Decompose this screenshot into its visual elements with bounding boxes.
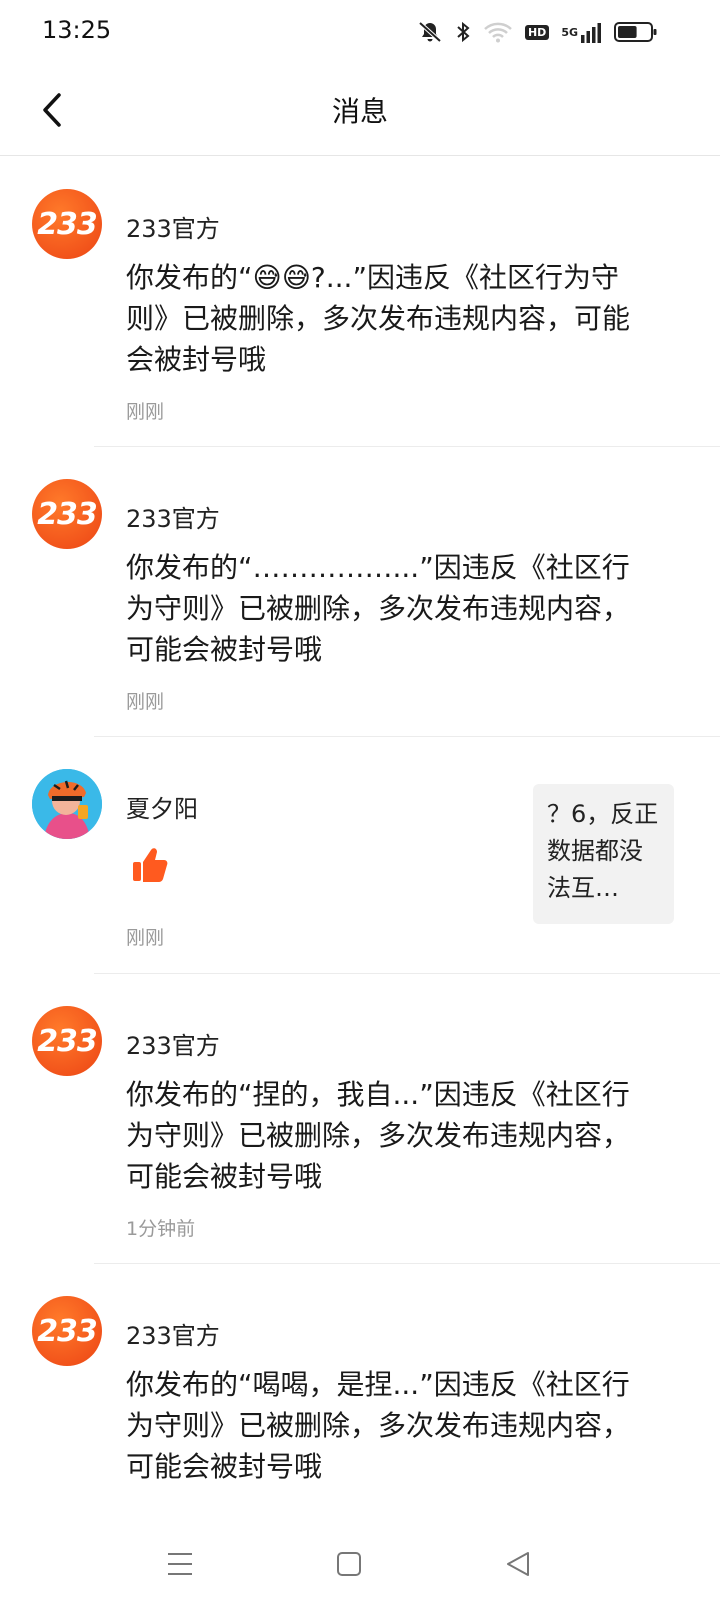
battery-icon	[614, 21, 658, 43]
status-icons: HD 5G	[417, 16, 658, 48]
avatar[interactable]	[32, 769, 102, 839]
message-body: 你发布的“捏的，我自...”因违反《社区行为守则》已被删除，多次发布违规内容，可…	[126, 1078, 631, 1193]
message-item[interactable]: 233 233官方 你发布的“……………...”因违反《社区行为守则》已被删除，…	[0, 447, 720, 737]
sender-name: 233官方	[126, 215, 220, 243]
message-time: 1分钟前	[126, 1218, 196, 1240]
sender-name: 233官方	[126, 1032, 220, 1060]
wifi-icon	[483, 20, 513, 44]
avatar[interactable]: 233	[32, 189, 102, 259]
menu-icon	[168, 1553, 192, 1575]
message-item[interactable]: 夏夕阳 刚刚 ？6，反正数据都没法互…	[0, 737, 720, 974]
sender-name: 233官方	[126, 505, 220, 533]
message-body: 你发布的“喝喝，是捏...”因违反《社区行为守则》已被删除，多次发布违规内容，可…	[126, 1368, 631, 1483]
status-bar: 13:25 HD 5G	[0, 0, 720, 64]
quoted-post-preview[interactable]: ？6，反正数据都没法互…	[533, 784, 674, 924]
message-list: 233 233官方 你发布的“😅😅?...”因违反《社区行为守则》已被删除，多次…	[0, 157, 720, 1504]
header-bar: 消息	[0, 64, 720, 156]
message-item[interactable]: 233 233官方 你发布的“😅😅?...”因违反《社区行为守则》已被删除，多次…	[0, 157, 720, 447]
avatar[interactable]: 233	[32, 479, 102, 549]
message-item[interactable]: 233 233官方 你发布的“捏的，我自...”因违反《社区行为守则》已被删除，…	[0, 974, 720, 1264]
message-time: 刚刚	[126, 927, 165, 949]
home-button[interactable]	[327, 1542, 371, 1586]
thumbs-up-icon	[130, 845, 170, 885]
message-body: 你发布的“😅😅?...”因违反《社区行为守则》已被删除，多次发布违规内容，可能会…	[126, 261, 631, 376]
page-title: 消息	[331, 95, 388, 128]
sender-name: 233官方	[126, 1322, 220, 1350]
message-item[interactable]: 233 233官方 你发布的“喝喝，是捏...”因违反《社区行为守则》已被删除，…	[0, 1264, 720, 1504]
message-body: 你发布的“……………...”因违反《社区行为守则》已被删除，多次发布违规内容，可…	[126, 551, 631, 666]
status-time: 13:25	[42, 16, 112, 44]
avatar[interactable]: 233	[32, 1006, 102, 1076]
back-triangle-icon	[507, 1552, 529, 1576]
avatar[interactable]: 233	[32, 1296, 102, 1366]
system-nav-bar	[0, 1518, 720, 1600]
message-time: 刚刚	[126, 401, 165, 423]
menu-button[interactable]	[158, 1542, 202, 1586]
mute-icon	[417, 20, 443, 44]
user-avatar-illustration	[32, 769, 102, 839]
sender-name: 夏夕阳	[126, 795, 198, 823]
home-square-icon	[337, 1552, 361, 1576]
signal-5g-icon: 5G	[561, 21, 602, 43]
nav-back-button[interactable]	[496, 1542, 540, 1586]
bluetooth-icon	[455, 20, 471, 44]
hd-icon: HD	[524, 24, 550, 40]
message-time: 刚刚	[126, 691, 165, 713]
